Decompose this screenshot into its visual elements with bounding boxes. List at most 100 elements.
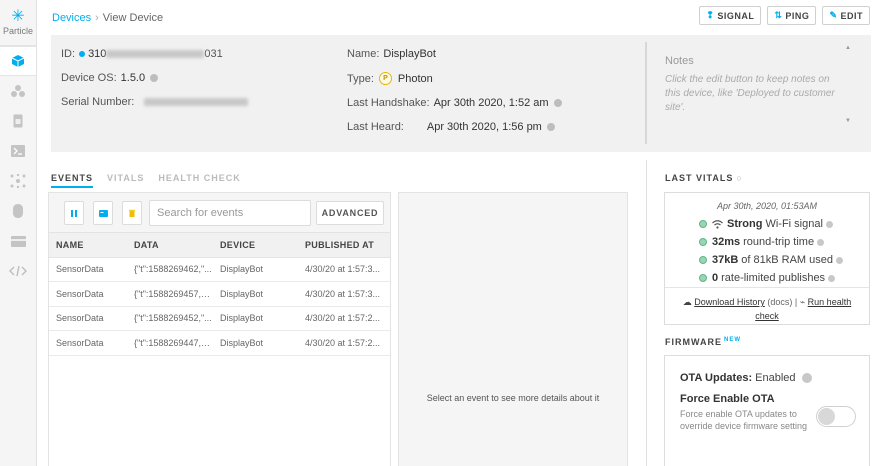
refresh-icon[interactable]: ○: [736, 173, 742, 183]
vital-signal: Strong Wi-Fi signal: [699, 218, 833, 230]
ota-value: Enabled: [755, 372, 796, 384]
run-health-check-link[interactable]: Run health: [808, 297, 852, 307]
pause-button[interactable]: [64, 201, 84, 225]
header: Devices › View Device ❢ SIGNAL ⇅ PING ✎ ED…: [37, 0, 880, 34]
device-id-field: ID: 310 031: [61, 48, 223, 60]
info-icon[interactable]: [546, 123, 555, 131]
force-ota-description: Force enable OTA updates to override dev…: [680, 409, 808, 431]
ota-status: OTA Updates: Enabled: [680, 372, 812, 384]
column-header-device[interactable]: DEVICE: [213, 233, 298, 258]
online-status-dot: [79, 51, 86, 57]
ping-button[interactable]: ⇅ PING: [767, 6, 817, 25]
device-os-label: Device OS:: [61, 72, 117, 84]
clear-button[interactable]: [122, 201, 142, 225]
breadcrumb-devices-link[interactable]: Devices: [52, 12, 91, 24]
info-icon[interactable]: [801, 373, 812, 383]
device-id-redacted: [106, 50, 205, 58]
column-header-name[interactable]: NAME: [49, 233, 127, 258]
tab-health-check[interactable]: HEALTH CHECK: [158, 173, 240, 188]
ping-button-label: PING: [785, 10, 810, 21]
event-data: {"t":1588269457,"t...: [127, 281, 213, 307]
sidebar-item-products[interactable]: [0, 76, 36, 106]
device-id-end: 031: [204, 48, 223, 60]
events-toolbar: ADVANCED: [49, 193, 390, 233]
status-ok-icon: [699, 274, 707, 282]
terminal-view-button[interactable]: [93, 201, 113, 225]
wifi-icon: [712, 219, 723, 229]
event-published-at: 4/30/20 at 1:57:3...: [298, 257, 390, 282]
new-badge: NEW: [724, 337, 741, 343]
sidebar-item-sims[interactable]: [0, 106, 36, 136]
event-name: SensorData: [49, 330, 127, 356]
device-type-label: Type:: [347, 72, 374, 85]
status-ok-icon: [699, 220, 707, 228]
column-header-published-at[interactable]: PUBLISHED AT: [298, 233, 390, 258]
info-icon[interactable]: [150, 74, 159, 82]
info-icon[interactable]: [836, 256, 844, 264]
event-device: DisplayBot: [213, 257, 298, 282]
scroll-up-icon[interactable]: ▲: [845, 45, 851, 51]
run-health-check-link-cont[interactable]: check: [755, 311, 779, 321]
info-icon[interactable]: [553, 99, 562, 107]
sidebar-item-devices[interactable]: [0, 46, 36, 76]
event-name: SensorData: [49, 306, 127, 331]
signal-button[interactable]: ❢ SIGNAL: [699, 6, 762, 25]
last-vitals-panel: Apr 30th, 2020, 01:53AM Strong Wi-Fi sign…: [664, 192, 870, 325]
notes-area[interactable]: Notes Click the edit button to keep note…: [645, 42, 861, 144]
sidebar-item-console[interactable]: [0, 136, 36, 166]
info-icon[interactable]: [817, 238, 825, 246]
signal-icon: ❢: [706, 10, 715, 20]
round-trip-value: 32ms: [712, 236, 741, 248]
device-name-field: Name: DisplayBot: [347, 48, 436, 60]
sidebar-item-code[interactable]: [0, 256, 36, 286]
particle-logo[interactable]: ✳ Particle: [0, 0, 36, 46]
vitals-date: Apr 30th, 2020, 01:53AM: [716, 201, 818, 211]
download-history-link[interactable]: Download History: [694, 297, 765, 307]
event-name: SensorData: [49, 281, 127, 307]
event-device: DisplayBot: [213, 281, 298, 307]
last-heard-value: Apr 30th 2020, 1:56 pm: [426, 121, 542, 133]
event-data: {"t":1588269447,"t...: [127, 330, 213, 356]
serial-number-label: Serial Number:: [61, 96, 135, 108]
code-icon: [9, 265, 27, 277]
advanced-button[interactable]: ADVANCED: [316, 201, 384, 225]
pencil-icon: ✎: [829, 10, 838, 20]
sidebar-item-authentication[interactable]: [0, 196, 36, 226]
info-icon[interactable]: [825, 220, 833, 228]
event-row[interactable]: SensorData {"t":1588269452,"... DisplayB…: [49, 306, 390, 331]
column-header-data[interactable]: DATA: [127, 233, 213, 258]
device-name-value: DisplayBot: [383, 48, 436, 60]
sidebar: ✳ Particle: [0, 0, 37, 466]
brand-name: Particle: [2, 26, 33, 36]
event-search-input[interactable]: [149, 200, 311, 226]
info-icon[interactable]: [828, 274, 836, 282]
force-ota-toggle[interactable]: [816, 406, 856, 427]
round-trip-label: round-trip time: [743, 236, 815, 248]
tab-vitals[interactable]: VITALS: [107, 173, 144, 188]
pulse-icon: ⌁: [799, 297, 806, 307]
event-row[interactable]: SensorData {"t":1588269462,"... DisplayB…: [49, 257, 390, 282]
firmware-title: FIRMWARE NEW: [665, 337, 741, 347]
sidebar-item-mesh[interactable]: [0, 166, 36, 196]
photon-badge-icon: P: [378, 72, 392, 85]
tab-events[interactable]: EVENTS: [51, 173, 94, 188]
cubes-icon: [11, 85, 25, 97]
sidebar-item-billing[interactable]: [0, 226, 36, 256]
vitals-footer: ☁ Download History (docs) | ⌁ Run health…: [665, 287, 869, 323]
docs-link[interactable]: (docs): [767, 297, 792, 307]
column-divider: [646, 160, 647, 466]
device-type-field: Type: P Photon: [347, 72, 433, 85]
event-data: {"t":1588269452,"...: [127, 306, 213, 331]
shield-icon: [13, 204, 23, 218]
scroll-down-icon[interactable]: ▼: [845, 118, 851, 124]
edit-button[interactable]: ✎ EDIT: [822, 6, 870, 25]
device-actions: ❢ SIGNAL ⇅ PING ✎ EDIT: [699, 6, 870, 25]
device-os-value: 1.5.0: [120, 72, 146, 84]
device-id-label: ID:: [61, 48, 76, 60]
event-row[interactable]: SensorData {"t":1588269447,"t... Display…: [49, 330, 390, 356]
credit-card-icon: [10, 235, 26, 247]
event-published-at: 4/30/20 at 1:57:3...: [298, 281, 390, 307]
event-row[interactable]: SensorData {"t":1588269457,"t... Display…: [49, 281, 390, 307]
last-handshake-field: Last Handshake: Apr 30th 2020, 1:52 am: [347, 97, 562, 109]
notes-title: Notes: [665, 55, 694, 67]
